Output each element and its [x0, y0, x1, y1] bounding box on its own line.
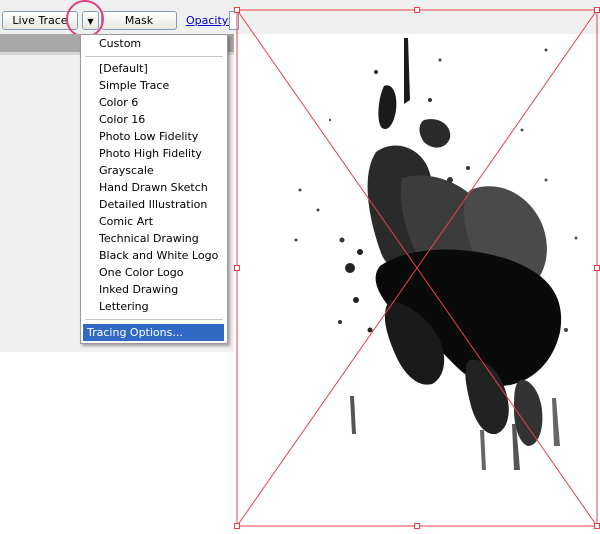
ink-splatter-image[interactable] — [294, 38, 578, 470]
artboard-canvas — [234, 7, 600, 529]
